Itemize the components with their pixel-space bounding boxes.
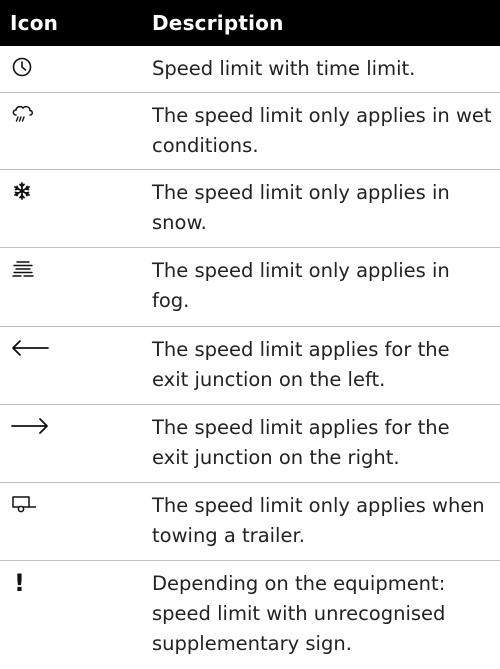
row-description: The speed limit only applies in fog. xyxy=(152,259,450,312)
row-description: The speed limit only applies in wet cond… xyxy=(152,104,492,157)
clock-icon xyxy=(10,55,44,81)
table-row: The speed limit applies for the exit jun… xyxy=(0,327,500,405)
row-description: The speed limit only applies when towing… xyxy=(152,494,485,547)
arrow-left-icon xyxy=(10,336,50,362)
arrow-right-icon xyxy=(10,414,50,440)
table-row: ! Depending on the equipment: speed limi… xyxy=(0,561,500,669)
row-description: Depending on the equipment: speed limit … xyxy=(152,572,446,655)
speed-limit-icon-table: Icon Description Speed limit with time l… xyxy=(0,0,500,669)
row-description: The speed limit only applies in snow. xyxy=(152,181,450,234)
table-header: Icon Description xyxy=(0,0,500,46)
table-row: The speed limit only applies in wet cond… xyxy=(0,93,500,170)
snowflake-icon xyxy=(10,179,44,205)
column-header-icon: Icon xyxy=(10,11,59,35)
table-row: The speed limit only applies in snow. xyxy=(0,170,500,248)
row-description: The speed limit applies for the exit jun… xyxy=(152,416,450,469)
rain-cloud-icon xyxy=(10,102,44,128)
row-description: The speed limit applies for the exit jun… xyxy=(152,338,450,391)
table-row: The speed limit only applies when towing… xyxy=(0,483,500,561)
exclamation-icon: ! xyxy=(14,569,25,597)
table-row: Speed limit with time limit. xyxy=(0,46,500,93)
fog-icon xyxy=(10,257,44,283)
table-row: The speed limit only applies in fog. xyxy=(0,248,500,327)
column-header-description: Description xyxy=(152,11,284,35)
row-description: Speed limit with time limit. xyxy=(152,57,416,80)
trailer-icon xyxy=(10,492,44,518)
table-row: The speed limit applies for the exit jun… xyxy=(0,405,500,483)
